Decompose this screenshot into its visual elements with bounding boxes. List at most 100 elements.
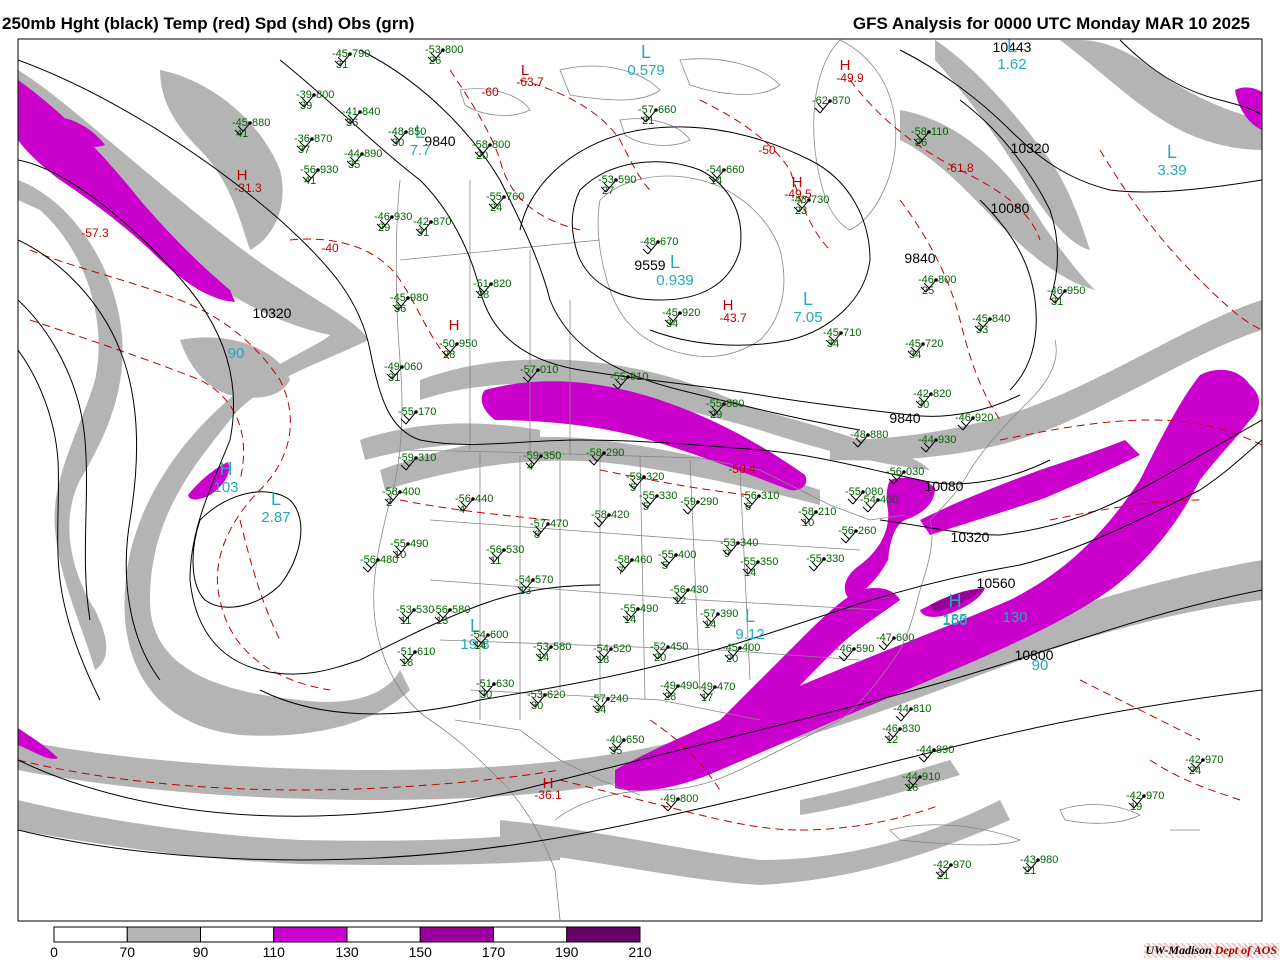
height-contour-label: 10080 xyxy=(991,200,1030,216)
station-height: 170 xyxy=(418,406,436,418)
station-height: 430 xyxy=(690,584,708,596)
station-height: 950 xyxy=(1067,285,1085,297)
station-height: 910 xyxy=(922,771,940,783)
station-height: 580 xyxy=(452,604,470,616)
station-height: 710 xyxy=(843,327,861,339)
temp-contour-8 xyxy=(899,199,1001,421)
station-obs: -42 82030 xyxy=(913,388,951,411)
temperature-contour-label: -40 xyxy=(321,241,339,255)
station-obs: -42 97019 xyxy=(1126,790,1164,813)
station-obs: -41 84036 xyxy=(342,106,380,129)
pressure-center-letter: L xyxy=(745,606,755,626)
atlantic-coastline xyxy=(919,339,1057,591)
station-obs: -50 95028 xyxy=(439,338,477,361)
station-height: 600 xyxy=(896,632,914,644)
station-height: 720 xyxy=(925,338,943,350)
station-obs: -46 80025 xyxy=(918,274,956,297)
arctic-islands-2 xyxy=(679,58,781,95)
station-temperature: -46 xyxy=(955,412,971,424)
legend-swatch xyxy=(346,926,421,943)
station-temperature: -55 xyxy=(845,486,861,498)
station-height: 590 xyxy=(618,174,636,186)
station-height: 950 xyxy=(459,338,477,350)
height-contour-label: 10320 xyxy=(1011,140,1050,156)
station-obs: -56 43012 xyxy=(670,584,708,607)
station-height: 520 xyxy=(613,643,631,655)
station-obs: -48 73023 xyxy=(791,194,829,217)
temperature-contour-label: -50 xyxy=(758,143,776,157)
station-height: 530 xyxy=(506,544,524,556)
station-height: 490 xyxy=(410,538,428,550)
station-obs: -56 260 xyxy=(838,525,876,544)
station-height: 390 xyxy=(720,608,738,620)
station-height: 880 xyxy=(252,117,270,129)
station-temperature: -58 xyxy=(591,509,607,521)
station-height: 570 xyxy=(535,574,553,586)
legend-tick-label: 90 xyxy=(193,944,209,960)
legend-tick-label: 190 xyxy=(555,944,579,960)
station-obs: -42 97024 xyxy=(1185,754,1223,777)
station-height: 650 xyxy=(626,734,644,746)
station-temperature: -59 xyxy=(398,452,414,464)
station-height: 400 xyxy=(678,549,696,561)
station-height: 790 xyxy=(352,48,370,60)
pressure-center-value: 9.12 xyxy=(735,626,764,643)
pressure-center-letter: L xyxy=(670,252,680,272)
station-height: 930 xyxy=(394,211,412,223)
station-obs: -45 92034 xyxy=(662,307,700,330)
station-obs: -56 480 xyxy=(360,554,398,573)
legend-tick-label: 170 xyxy=(482,944,506,960)
station-height: 670 xyxy=(660,236,678,248)
station-height: 310 xyxy=(418,452,436,464)
legend-tick-label: 210 xyxy=(628,944,652,960)
pressure-center-letter: H xyxy=(949,591,962,611)
station-temperature: -62 xyxy=(812,95,828,107)
legend-tick-label: 0 xyxy=(50,944,58,960)
station-obs: -45 98036 xyxy=(390,292,428,315)
station-height: 870 xyxy=(832,95,850,107)
station-temperature: -59 xyxy=(680,496,696,508)
pressure-center-value: 7.7 xyxy=(410,142,431,159)
station-height: 820 xyxy=(493,278,511,290)
grey-band-gulf xyxy=(800,760,960,815)
station-height: 660 xyxy=(658,104,676,116)
pressure-center-value: 7.05 xyxy=(793,309,822,326)
speed-contour-label: 90 xyxy=(228,345,245,362)
station-temperature: -54 xyxy=(860,494,876,506)
station-height: 730 xyxy=(811,194,829,206)
station-height: 470 xyxy=(550,518,568,530)
station-obs: -49 49028 xyxy=(660,680,698,703)
station-obs: -53 80026 xyxy=(425,44,463,67)
station-obs: -54 52018 xyxy=(593,643,631,666)
map-plot-area: 1044310320100809840955910320984010080103… xyxy=(18,39,1262,921)
station-height: 820 xyxy=(933,388,951,400)
station-height: 970 xyxy=(953,859,971,871)
station-obs: -44 810 xyxy=(893,703,931,722)
station-obs: -57 66021 xyxy=(638,104,676,127)
pressure-center-letter: L xyxy=(271,489,281,509)
station-obs: -43 98021 xyxy=(1020,854,1058,877)
station-height: 450 xyxy=(670,641,688,653)
station-obs: -39 80039 xyxy=(296,89,334,112)
station-obs: -44 890 xyxy=(916,744,954,763)
grey-band-greenland-east xyxy=(1060,40,1262,150)
station-obs: -58 420 xyxy=(591,509,629,528)
pressure-center-value: 3.39 xyxy=(1157,162,1186,179)
station-height: 800 xyxy=(492,139,510,151)
credit-label: UW-Madison Dept of AOS xyxy=(1143,943,1279,958)
station-temperature: -57 xyxy=(520,364,536,376)
station-height: 420 xyxy=(611,509,629,521)
station-height: 930 xyxy=(938,434,956,446)
station-obs: -46 95031 xyxy=(1047,285,1085,308)
temperature-center-letter: H xyxy=(792,174,803,191)
height-contour-label: 9840 xyxy=(904,250,935,266)
station-height: 590 xyxy=(856,643,874,655)
station-height: 930 xyxy=(320,164,338,176)
station-height: 910 xyxy=(630,371,648,383)
station-obs: -58 21010 xyxy=(798,506,836,529)
temperature-contour-label: -57.3 xyxy=(81,226,109,240)
station-temperature: -55 xyxy=(398,406,414,418)
height-contour-label: 10080 xyxy=(925,478,964,494)
legend-tick-label: 110 xyxy=(263,944,286,960)
station-obs: -57 4708 xyxy=(530,518,568,541)
